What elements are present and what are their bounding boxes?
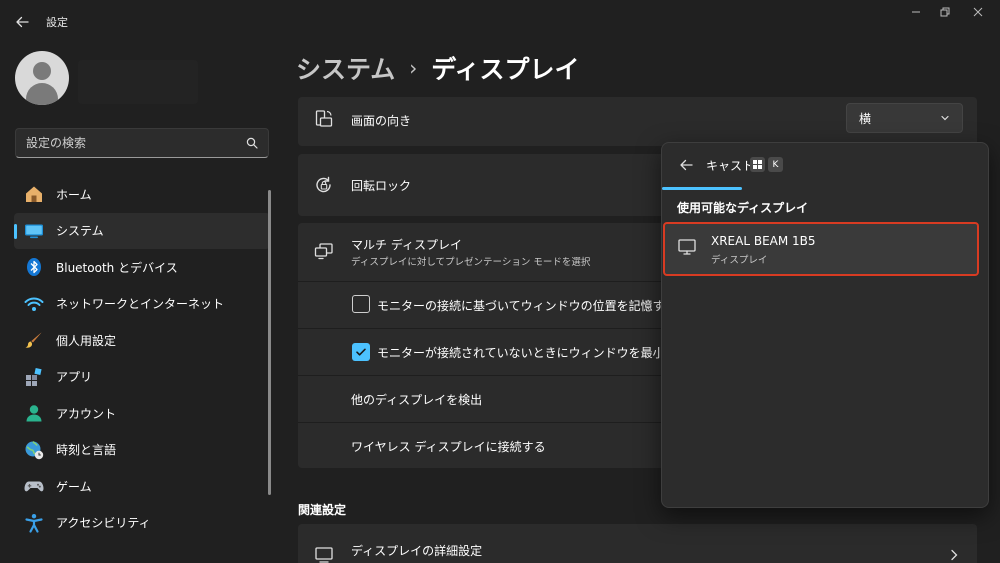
orientation-dropdown[interactable]: 横 [846,103,963,133]
sidebar-item-personalization[interactable]: 個人用設定 [14,322,270,359]
sidebar-scrollbar[interactable] [268,190,271,495]
minimize-window-checkbox[interactable] [352,343,370,361]
flyout-header-underline [662,187,742,190]
close-button[interactable] [968,4,988,20]
orientation-title: 画面の向き [351,114,412,128]
sidebar-item-accounts[interactable]: アカウント [14,395,270,432]
sidebar-item-label: 時刻と言語 [56,443,117,458]
advanced-display-card[interactable]: ディスプレイの詳細設定 [298,524,977,563]
sidebar-item-label: アクセシビリティ [56,516,151,531]
rotation-lock-title: 回転ロック [351,179,412,193]
shortcut-key-badge: K [768,157,783,172]
home-icon [24,184,44,204]
multi-display-icon [313,240,335,262]
sidebar-item-network[interactable]: ネットワークとインターネット [14,286,270,323]
sidebar-item-label: システム [56,224,104,239]
minimize-icon [912,11,920,13]
apps-icon [24,367,44,387]
sidebar-item-label: アカウント [56,406,117,421]
device-type: ディスプレイ [711,255,768,266]
page-title: ディスプレイ [431,55,580,84]
sidebar-item-label: アプリ [56,370,93,385]
arrow-left-icon [680,159,693,171]
device-list-item[interactable]: XREAL BEAM 1B5 ディスプレイ [663,222,979,276]
windows-logo-icon [753,160,762,169]
sidebar-item-apps[interactable]: アプリ [14,359,270,396]
search-input[interactable] [26,136,246,150]
breadcrumb-separator: › [409,56,418,80]
wifi-icon [24,294,44,314]
advanced-display-title: ディスプレイの詳細設定 [351,544,483,558]
available-displays-heading: 使用可能なディスプレイ [677,201,809,215]
monitor-icon [678,239,696,255]
user-info-redacted [78,60,198,104]
sidebar-item-bluetooth[interactable]: Bluetooth とデバイス [14,249,270,286]
orientation-icon [313,108,335,130]
windows-key-badge [750,157,765,172]
sidebar-item-label: 個人用設定 [56,333,117,348]
chevron-right-icon [951,549,958,561]
sidebar-item-label: ネットワークとインターネット [56,297,225,312]
breadcrumb-parent[interactable]: システム [296,50,395,86]
related-settings-heading: 関連設定 [298,503,347,517]
detect-displays-title: 他のディスプレイを検出 [351,393,483,407]
sidebar-item-accessibility[interactable]: アクセシビリティ [14,505,270,542]
avatar-body [26,83,58,105]
arrow-left-icon [16,16,29,28]
back-button[interactable] [10,10,34,34]
title-bar: 設定 [0,0,1000,44]
multi-display-subtitle: ディスプレイに対してプレゼンテーション モードを選択 [351,257,591,268]
gamepad-icon [24,476,44,496]
system-icon [24,221,44,241]
sidebar-item-home[interactable]: ホーム [14,176,270,213]
orientation-value: 横 [859,111,872,126]
flyout-title: キャスト [706,159,755,173]
sidebar-item-label: ホーム [56,187,92,202]
minimize-button[interactable] [906,4,926,20]
rotation-lock-icon [313,174,335,196]
breadcrumb: システム › ディスプレイ [296,50,580,86]
wireless-display-title[interactable]: ワイヤレス ディスプレイに接続する [351,438,546,455]
remember-window-checkbox[interactable] [352,295,370,313]
globe-clock-icon [24,440,44,460]
sidebar-item-label: Bluetooth とデバイス [56,260,178,275]
accessibility-icon [24,513,44,533]
app-title: 設定 [46,16,68,29]
close-icon [973,7,983,17]
maximize-button[interactable] [935,4,955,20]
flyout-back-button[interactable] [676,155,696,175]
chevron-down-icon [941,115,949,121]
restore-icon [940,7,950,17]
search-icon[interactable] [246,137,258,149]
sidebar-item-time-language[interactable]: 時刻と言語 [14,432,270,469]
sidebar-item-system[interactable]: システム [14,212,270,249]
avatar-head [33,62,51,80]
cast-flyout: キャスト K 使用可能なディスプレイ XREAL BEAM 1B5 ディスプレイ [661,142,989,508]
account-icon [24,403,44,423]
avatar[interactable] [15,51,69,105]
device-name: XREAL BEAM 1B5 [711,234,816,248]
multi-display-title: マルチ ディスプレイ [351,238,462,252]
sidebar-item-gaming[interactable]: ゲーム [14,468,270,505]
remember-window-label: モニターの接続に基づいてウィンドウの位置を記憶する [377,299,677,313]
sidebar-nav: ホーム システム Bluetooth とデバイス ネットワークとインターネット … [14,176,270,541]
checkmark-icon [356,348,366,356]
monitor-icon [313,544,335,563]
sidebar-item-label: ゲーム [56,479,92,494]
minimize-window-label: モニターが接続されていないときにウィンドウを最小化する [377,346,701,360]
paintbrush-icon [24,330,44,350]
search-box[interactable] [15,128,269,158]
bluetooth-icon [24,257,44,277]
